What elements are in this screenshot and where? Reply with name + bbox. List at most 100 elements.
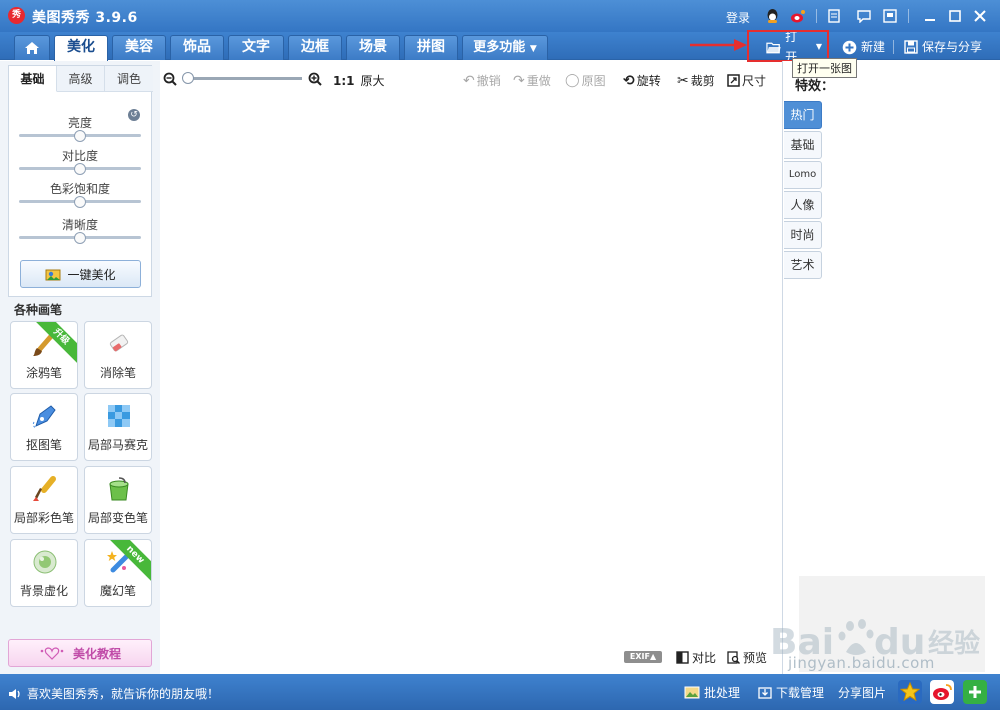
color-brush-icon xyxy=(33,476,56,501)
dropdown-arrow-icon: ▼ xyxy=(529,44,537,54)
brush-label: 魔幻笔 xyxy=(99,584,136,598)
crop-button[interactable]: ✂ 裁剪 xyxy=(677,72,715,89)
effect-tab-basic[interactable]: 基础 xyxy=(784,131,822,159)
actual-size-button[interactable]: 1:1 原大 xyxy=(333,72,385,89)
undo-icon: ↶ xyxy=(463,72,475,89)
app-logo-icon: 秀 xyxy=(8,7,25,24)
app-title: 美图秀秀 3.9.6 xyxy=(32,10,138,26)
brush-card-bg-blur[interactable]: 背景虚化 xyxy=(10,539,78,607)
subtab-color[interactable]: 调色 xyxy=(105,66,153,92)
zoom-slider[interactable] xyxy=(187,77,302,80)
batch-process-button[interactable]: 批处理 xyxy=(684,684,740,701)
contrast-thumb[interactable] xyxy=(74,163,86,175)
ratio-label: 1:1 xyxy=(333,73,355,88)
more-share-button[interactable] xyxy=(963,680,987,704)
status-bar: 喜欢美图秀秀，就告诉你的朋友哦！ 批处理 下载管理 分享图片 xyxy=(0,674,1000,710)
redo-button[interactable]: ↷ 重做 xyxy=(513,72,551,89)
effect-tab-hot[interactable]: 热门 xyxy=(784,101,822,129)
original-image-button[interactable]: ◯ 原图 xyxy=(565,72,606,89)
brush-label: 局部彩色笔 xyxy=(13,511,74,525)
resize-button[interactable]: 尺寸 xyxy=(727,72,766,89)
saturation-thumb[interactable] xyxy=(74,196,86,208)
download-manager-button[interactable]: 下载管理 xyxy=(758,684,824,701)
original-size-label: 原大 xyxy=(360,74,385,88)
home-icon xyxy=(25,42,39,54)
redo-icon: ↷ xyxy=(513,72,525,89)
rotate-label: 旋转 xyxy=(636,74,661,88)
weibo-share-icon xyxy=(933,684,952,700)
zoom-in-icon[interactable] xyxy=(308,72,322,86)
mosaic-icon xyxy=(108,405,130,427)
download-icon xyxy=(758,687,772,699)
tab-accessories[interactable]: 饰品 xyxy=(170,35,224,60)
tab-scene[interactable]: 场景 xyxy=(346,35,400,60)
original-image-label: 原图 xyxy=(581,74,606,88)
brush-label: 抠图笔 xyxy=(25,438,62,452)
batch-icon xyxy=(684,686,700,699)
resize-icon xyxy=(727,74,740,87)
effect-tab-lomo[interactable]: Lomo xyxy=(784,161,822,189)
brush-card-mosaic[interactable]: 局部马赛克 xyxy=(84,393,152,461)
beautify-tutorial-button[interactable]: 美化教程 xyxy=(8,639,152,667)
share-photo-label: 分享图片 xyxy=(838,686,887,700)
skin-icon[interactable] xyxy=(882,8,898,24)
rotate-button[interactable]: ⟲ 旋转 xyxy=(623,72,661,89)
new-label: 新建 xyxy=(861,40,886,54)
tab-beauty[interactable]: 美容 xyxy=(112,35,166,60)
qq-icon[interactable] xyxy=(764,8,780,24)
crop-label: 裁剪 xyxy=(690,74,715,88)
tab-collage[interactable]: 拼图 xyxy=(404,35,458,60)
brush-card-magic[interactable]: new 魔幻笔 xyxy=(84,539,152,607)
sharpness-thumb[interactable] xyxy=(74,232,86,244)
tab-more-features[interactable]: 更多功能 ▼ xyxy=(462,35,548,60)
effect-tab-portrait[interactable]: 人像 xyxy=(784,191,822,219)
brush-card-recolor[interactable]: 局部变色笔 xyxy=(84,466,152,534)
brightness-label: 亮度 xyxy=(67,116,92,130)
auto-beautify-button[interactable]: 一键美化 xyxy=(20,260,141,288)
effect-tab-art[interactable]: 艺术 xyxy=(784,251,822,279)
brightness-thumb[interactable] xyxy=(74,130,86,142)
title-bar: 秀 美图秀秀 3.9.6 登录 xyxy=(0,0,1000,32)
plus-circle-icon xyxy=(842,40,857,54)
zoom-slider-thumb[interactable] xyxy=(182,72,194,84)
subtab-basic[interactable]: 基础 xyxy=(9,66,57,92)
brush-label: 涂鸦笔 xyxy=(25,366,62,380)
undo-button[interactable]: ↶ 撤销 xyxy=(463,72,501,89)
eraser-icon xyxy=(109,334,129,352)
document-icon[interactable] xyxy=(826,8,842,24)
brush-card-eraser[interactable]: 消除笔 xyxy=(84,321,152,389)
weibo-icon[interactable] xyxy=(790,8,806,24)
share-photo-button[interactable]: 分享图片 xyxy=(838,684,886,701)
login-link[interactable]: 登录 xyxy=(726,9,750,26)
exif-button[interactable]: EXIF▲ xyxy=(624,651,662,663)
save-share-button[interactable]: 保存与分享 xyxy=(904,36,982,58)
tab-text[interactable]: 文字 xyxy=(228,35,284,60)
effects-panel: 特效： 热门 基础 Lomo 人像 时尚 艺术 xyxy=(782,61,1000,674)
tab-frame[interactable]: 边框 xyxy=(288,35,342,60)
minimize-icon[interactable] xyxy=(922,8,938,24)
brush-card-color-brush[interactable]: 局部彩色笔 xyxy=(10,466,78,534)
tab-beautify[interactable]: 美化 xyxy=(54,35,108,61)
speaker-icon xyxy=(9,688,20,699)
qzone-star-icon xyxy=(900,682,920,702)
qzone-button[interactable] xyxy=(898,680,922,704)
compare-button[interactable]: 对比 xyxy=(676,649,716,666)
preview-button[interactable]: 预览 xyxy=(727,649,767,666)
subtab-advanced[interactable]: 高级 xyxy=(57,66,105,92)
share-message[interactable]: 喜欢美图秀秀，就告诉你的朋友哦！ xyxy=(8,685,219,702)
new-button[interactable]: 新建 xyxy=(842,36,885,58)
zoom-out-icon[interactable] xyxy=(163,72,177,86)
brush-card-doodle[interactable]: 升级 涂鸦笔 xyxy=(10,321,78,389)
brush-card-cutout[interactable]: 抠图笔 xyxy=(10,393,78,461)
close-icon[interactable] xyxy=(972,8,988,24)
effect-tab-fashion[interactable]: 时尚 xyxy=(784,221,822,249)
more-features-label: 更多功能 xyxy=(473,40,526,55)
brush-section-heading: 各种画笔 xyxy=(14,303,63,317)
home-tab[interactable] xyxy=(14,35,50,60)
maximize-icon[interactable] xyxy=(947,8,963,24)
tutorial-label: 美化教程 xyxy=(72,646,121,661)
blur-icon xyxy=(33,550,57,574)
image-canvas[interactable] xyxy=(160,95,782,640)
weibo-share-button[interactable] xyxy=(930,680,954,704)
message-icon[interactable] xyxy=(856,8,872,24)
